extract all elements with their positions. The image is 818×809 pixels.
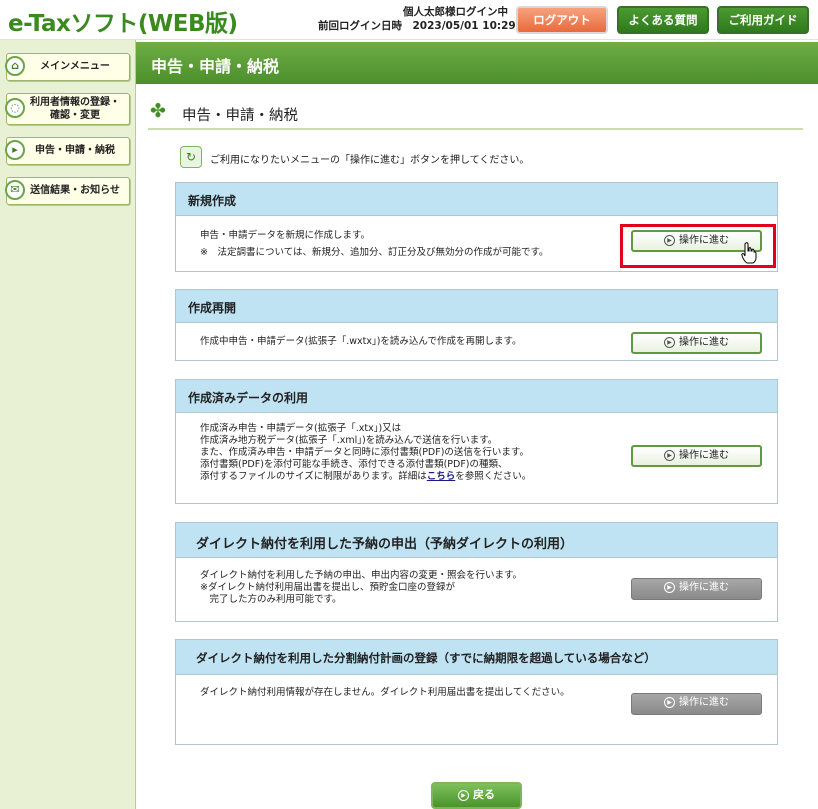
play-icon: ▶ bbox=[664, 336, 675, 348]
panel-desc-line: 完了した方のみ利用可能です。 bbox=[200, 594, 342, 605]
panel-title: ダイレクト納付を利用した予納の申出（予納ダイレクトの利用） bbox=[196, 537, 574, 552]
section-band-title: 申告・申請・納税 bbox=[151, 57, 280, 76]
panel-desc-text: 添付するファイルのサイズに制限があります。詳細は bbox=[200, 471, 427, 482]
guide-button[interactable]: ご利用ガイド bbox=[717, 6, 809, 34]
home-icon: ⌂ bbox=[5, 56, 25, 76]
panel-desc-line: 作成済み地方税データ(拡張子「.xml」)を読み込んで送信を行います。 bbox=[200, 435, 498, 446]
app-logo: e-Taxソフト(WEB版) bbox=[8, 11, 238, 37]
panel-title: 新規作成 bbox=[188, 194, 237, 208]
sidebar-item-label: 利用者情報の登録・ 確認・変更 bbox=[7, 94, 129, 122]
sidebar-item-label: 申告・申請・納税 bbox=[35, 145, 115, 156]
sidebar-item-label-line1: 利用者情報の登録・ bbox=[30, 97, 120, 108]
notice-icon: ✉ bbox=[5, 180, 25, 200]
page-title: 申告・申請・納税 bbox=[182, 108, 298, 124]
panel-header: 作成済みデータの利用 bbox=[176, 380, 777, 413]
proceed-button-label: 操作に進む bbox=[679, 697, 729, 708]
panel-desc-line: ダイレクト納付利用情報が存在しません。ダイレクト利用届出書を提出してください。 bbox=[200, 687, 570, 698]
panel-title: ダイレクト納付を利用した分割納付計画の登録（すでに納期限を超過している場合など） bbox=[196, 651, 656, 665]
panel-desc-tail: を参照ください。 bbox=[455, 471, 532, 482]
sidebar-item-label-line2: 確認・変更 bbox=[50, 110, 100, 121]
panel-title: 作成再開 bbox=[188, 301, 237, 315]
panel-desc-line: 作成済み申告・申請データ(拡張子「.xtx」)又は bbox=[200, 423, 402, 434]
panel-title: 作成済みデータの利用 bbox=[188, 391, 309, 405]
panel-desc-line: 添付書類(PDF)を添付可能な手続き、添付できる添付書類(PDF)の種類、 bbox=[200, 459, 508, 470]
proceed-button-label: 操作に進む bbox=[679, 337, 729, 348]
logout-button[interactable]: ログアウト bbox=[516, 6, 608, 34]
back-button[interactable]: ▶ 戻る bbox=[431, 782, 522, 809]
page-heading: ✤ 申告・申請・納税 bbox=[148, 98, 803, 130]
clover-icon: ✤ bbox=[150, 100, 166, 122]
panel-desc-line: また、作成済み申告・申請データと同時に添付書類(PDF)の送信を行います。 bbox=[200, 447, 529, 458]
sidebar: ⌂ メインメニュー ◌ 利用者情報の登録・ 確認・変更 ▸ 申告・申請・納税 ✉… bbox=[0, 40, 136, 809]
proceed-button[interactable]: ▶ 操作に進む bbox=[631, 332, 762, 354]
details-link[interactable]: こちら bbox=[427, 471, 456, 482]
login-status: 個人太郎様ログイン中 bbox=[403, 6, 508, 18]
sidebar-item-label: 送信結果・お知らせ bbox=[30, 185, 120, 196]
intro-message: ↻ ご利用になりたいメニューの「操作に進む」ボタンを押してください。 bbox=[180, 146, 780, 170]
last-login: 前回ログイン日時 2023/05/01 10:29 bbox=[318, 20, 516, 32]
play-icon: ▶ bbox=[664, 581, 675, 593]
panel-desc-line: ※ 法定調書については、新規分、追加分、訂正分及び無効分の作成が可能です。 bbox=[200, 247, 549, 258]
intro-text: ご利用になりたいメニューの「操作に進む」ボタンを押してください。 bbox=[210, 155, 530, 166]
user-info: 個人太郎様ログイン中 前回ログイン日時 2023/05/01 10:29 bbox=[318, 5, 516, 33]
faq-button[interactable]: よくある質問 bbox=[617, 6, 709, 34]
proceed-button-label: 操作に進む bbox=[679, 450, 729, 461]
play-icon: ▶ bbox=[664, 696, 675, 708]
sidebar-item-label: メインメニュー bbox=[40, 61, 110, 72]
proceed-button-label: 操作に進む bbox=[679, 582, 729, 593]
panel-desc-line: ダイレクト納付を利用した予納の申出、申出内容の変更・照会を行います。 bbox=[200, 570, 523, 581]
hand-cursor-icon bbox=[741, 242, 757, 264]
user-icon: ◌ bbox=[5, 98, 25, 118]
declaration-icon: ▸ bbox=[5, 140, 25, 160]
panel-resume: 作成再開 作成中申告・申請データ(拡張子「.wxtx」)を読み込んで作成を再開し… bbox=[175, 289, 778, 361]
panel-header: ダイレクト納付を利用した予納の申出（予納ダイレクトの利用） bbox=[176, 523, 777, 558]
panel-desc-line: 申告・申請データを新規に作成します。 bbox=[200, 230, 371, 241]
panel-header: 新規作成 bbox=[176, 183, 777, 216]
panel-direct-prepayment: ダイレクト納付を利用した予納の申出（予納ダイレクトの利用） ダイレクト納付を利用… bbox=[175, 522, 778, 622]
sidebar-item-main-menu[interactable]: ⌂ メインメニュー bbox=[5, 53, 130, 81]
panel-new: 新規作成 申告・申請データを新規に作成します。 ※ 法定調書については、新規分、… bbox=[175, 182, 778, 272]
play-icon: ▶ bbox=[458, 789, 469, 801]
play-icon: ▶ bbox=[664, 234, 675, 246]
panel-installment-plan: ダイレクト納付を利用した分割納付計画の登録（すでに納期限を超過している場合など）… bbox=[175, 639, 778, 745]
panel-desc-line: 添付するファイルのサイズに制限があります。詳細はこちらを参照ください。 bbox=[200, 471, 531, 483]
sidebar-item-declaration[interactable]: ▸ 申告・申請・納税 bbox=[5, 137, 130, 165]
panel-existing-data: 作成済みデータの利用 作成済み申告・申請データ(拡張子「.xtx」)又は 作成済… bbox=[175, 379, 778, 504]
panel-header: ダイレクト納付を利用した分割納付計画の登録（すでに納期限を超過している場合など） bbox=[176, 640, 777, 675]
play-icon: ▶ bbox=[664, 449, 675, 461]
proceed-button-disabled: ▶ 操作に進む bbox=[631, 578, 762, 600]
proceed-button-label: 操作に進む bbox=[679, 235, 729, 246]
panel-desc-line: 作成中申告・申請データ(拡張子「.wxtx」)を読み込んで作成を再開します。 bbox=[200, 336, 522, 347]
info-icon: ↻ bbox=[180, 146, 202, 168]
panel-desc-line: ※ダイレクト納付利用届出書を提出し、預貯金口座の登録が bbox=[200, 582, 455, 593]
sidebar-item-user-info[interactable]: ◌ 利用者情報の登録・ 確認・変更 bbox=[5, 93, 130, 125]
sidebar-item-notices[interactable]: ✉ 送信結果・お知らせ bbox=[5, 177, 130, 205]
panel-header: 作成再開 bbox=[176, 290, 777, 323]
proceed-button-disabled: ▶ 操作に進む bbox=[631, 693, 762, 715]
proceed-button[interactable]: ▶ 操作に進む bbox=[631, 445, 762, 467]
back-button-label: 戻る bbox=[473, 788, 495, 801]
section-band: 申告・申請・納税 bbox=[136, 42, 818, 84]
app-header: e-Taxソフト(WEB版) 個人太郎様ログイン中 前回ログイン日時 2023/… bbox=[0, 0, 818, 40]
